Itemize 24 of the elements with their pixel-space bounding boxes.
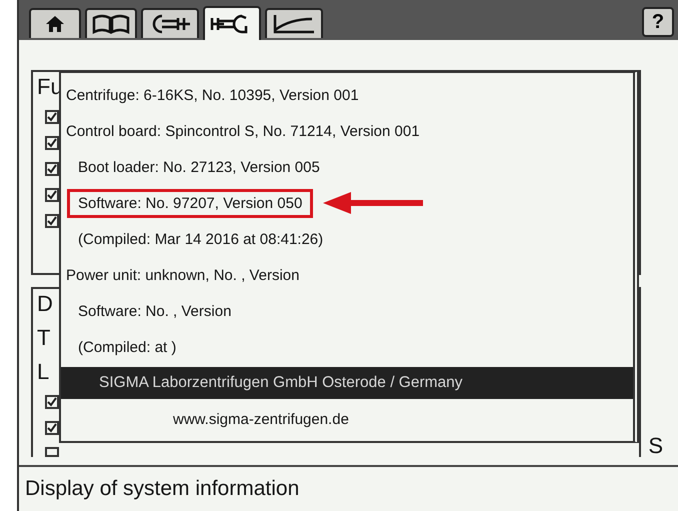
label-fragment: S [648, 435, 663, 457]
tab[interactable] [85, 8, 137, 38]
home-icon [45, 15, 65, 33]
chart-icon [272, 13, 316, 35]
info-line: Boot loader: No. 27123, Version 005 [77, 158, 321, 178]
company-name: SIGMA Laborzentrifugen GmbH Osterode / Germany [99, 374, 463, 392]
tab[interactable] [203, 6, 261, 40]
info-line: (Compiled: at ) [77, 338, 178, 358]
group-label: D [37, 293, 53, 315]
tab[interactable] [265, 8, 323, 38]
info-line: Centrifuge: 6-16KS, No. 10395, Version 001 [66, 86, 359, 104]
info-line: Software: No. , Version [77, 302, 232, 322]
checkbox[interactable] [45, 447, 59, 457]
help-button[interactable]: ? [642, 7, 674, 37]
status-text: Display of system information [25, 477, 300, 501]
info-line: (Compiled: Mar 14 2016 at 08:41:26) [77, 230, 324, 250]
book-icon [92, 14, 130, 34]
tab[interactable] [29, 8, 81, 38]
group-label: T [37, 327, 50, 349]
website-link[interactable]: www.sigma-zentrifugen.de [173, 410, 349, 428]
group-label: L [37, 361, 50, 383]
info-line: Power unit: unknown, No. , Version [66, 266, 300, 284]
tab[interactable] [141, 8, 199, 38]
info-line: Control board: Spincontrol S, No. 71214, Version 001 [66, 122, 420, 140]
